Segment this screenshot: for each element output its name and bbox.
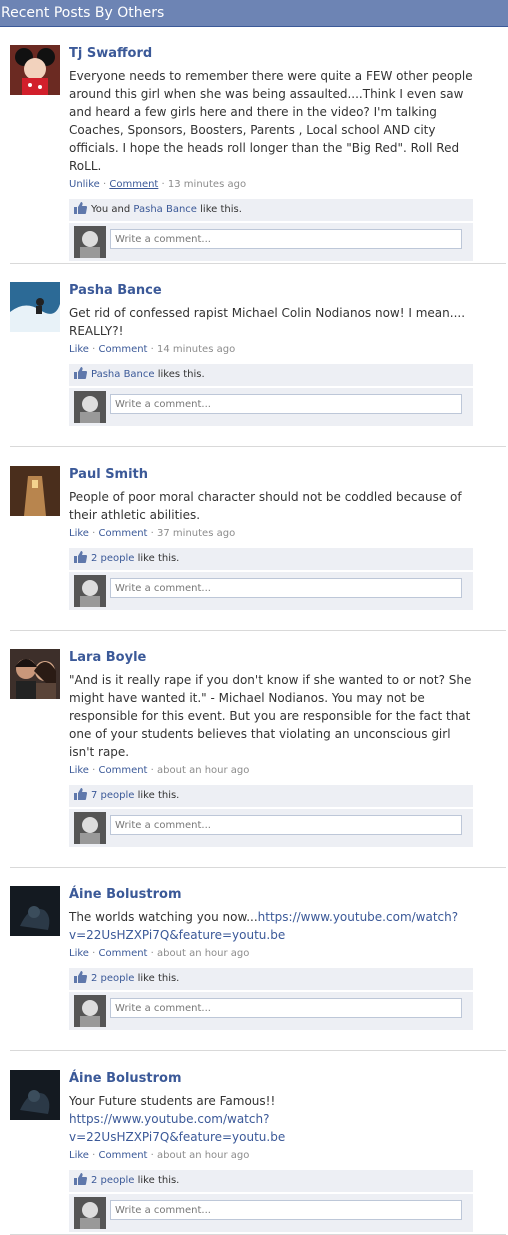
thumbs-up-icon	[74, 971, 87, 983]
post-author[interactable]: Áine Bolustrom	[69, 1070, 474, 1088]
my-avatar	[74, 995, 106, 1027]
comment-link[interactable]: Comment	[98, 765, 147, 776]
likes-row: Pasha Bance likes this.	[69, 364, 473, 386]
post-text: The worlds watching you now...https://ww…	[69, 910, 459, 942]
post-time: about an hour ago	[157, 948, 250, 959]
like-link[interactable]: Like	[69, 344, 89, 355]
user-avatar[interactable]	[10, 45, 60, 95]
comment-input[interactable]: Write a comment...	[110, 1200, 462, 1220]
comment-box: Write a comment...	[69, 992, 473, 1030]
user-avatar[interactable]	[10, 282, 60, 332]
thumbs-up-icon	[74, 202, 87, 214]
thumbs-up-icon	[74, 1173, 87, 1185]
likes-link[interactable]: Pasha Bance	[133, 204, 197, 215]
post-text: Get rid of confessed rapist Michael Coli…	[69, 306, 466, 338]
user-avatar[interactable]	[10, 649, 60, 699]
comment-link[interactable]: Comment	[98, 948, 147, 959]
likes-row: You and Pasha Bance like this.	[69, 199, 473, 221]
comment-box: Write a comment...	[69, 809, 473, 847]
comment-input[interactable]: Write a comment...	[110, 578, 462, 598]
likes-row: 7 people like this.	[69, 785, 473, 807]
post-time: 13 minutes ago	[167, 179, 247, 190]
my-avatar	[74, 226, 106, 258]
comment-link[interactable]: Comment	[98, 528, 147, 539]
comment-link[interactable]: Comment	[109, 179, 158, 190]
like-link[interactable]: Like	[69, 948, 89, 959]
post-meta: Like · Comment · about an hour ago	[69, 765, 250, 776]
user-avatar[interactable]	[10, 466, 60, 516]
divider	[10, 630, 506, 631]
post-author[interactable]: Paul Smith	[69, 466, 474, 484]
divider	[10, 1050, 506, 1051]
post-time: about an hour ago	[157, 1150, 250, 1161]
user-avatar[interactable]	[10, 1070, 60, 1120]
comment-box: Write a comment...	[69, 1194, 473, 1232]
user-avatar[interactable]	[10, 886, 60, 936]
comment-box: Write a comment...	[69, 572, 473, 610]
post-author[interactable]: Áine Bolustrom	[69, 886, 474, 904]
post-author[interactable]: Pasha Bance	[69, 282, 474, 300]
divider	[10, 446, 506, 447]
post-time: 37 minutes ago	[157, 528, 236, 539]
post-author[interactable]: Lara Boyle	[69, 649, 474, 667]
comment-link[interactable]: Comment	[98, 344, 147, 355]
divider	[10, 263, 506, 264]
comment-input[interactable]: Write a comment...	[110, 815, 462, 835]
post-text: "And is it really rape if you don't know…	[69, 673, 472, 759]
post-text: People of poor moral character should no…	[69, 490, 462, 522]
post-author[interactable]: Tj Swafford	[69, 45, 474, 63]
post-meta: Like · Comment · about an hour ago	[69, 948, 250, 959]
comment-box: Write a comment...	[69, 388, 473, 426]
comment-link[interactable]: Comment	[98, 1150, 147, 1161]
post-text: Everyone needs to remember there were qu…	[69, 69, 473, 173]
post-meta: Like · Comment · 14 minutes ago	[69, 344, 236, 355]
my-avatar	[74, 575, 106, 607]
likes-link[interactable]: 2 people	[91, 1175, 134, 1186]
post-link[interactable]: https://www.youtube.com/watch?v=22UsHZXP…	[69, 1112, 285, 1144]
my-avatar	[74, 812, 106, 844]
section-header: Recent Posts By Others	[0, 0, 508, 27]
likes-row: 2 people like this.	[69, 1170, 473, 1192]
thumbs-up-icon	[74, 367, 87, 379]
post-time: 14 minutes ago	[157, 344, 236, 355]
post-meta: Like · Comment · about an hour ago	[69, 1150, 250, 1161]
likes-link[interactable]: 7 people	[91, 790, 134, 801]
thumbs-up-icon	[74, 788, 87, 800]
likes-link[interactable]: 2 people	[91, 553, 134, 564]
likes-row: 2 people like this.	[69, 968, 473, 990]
comment-box: Write a comment...	[69, 223, 473, 261]
like-link[interactable]: Like	[69, 1150, 89, 1161]
post-time: about an hour ago	[157, 765, 250, 776]
like-link[interactable]: Like	[69, 765, 89, 776]
likes-link[interactable]: Pasha Bance	[91, 369, 155, 380]
post-meta: Unlike · Comment · 13 minutes ago	[69, 179, 247, 190]
likes-link[interactable]: 2 people	[91, 973, 134, 984]
post-meta: Like · Comment · 37 minutes ago	[69, 528, 236, 539]
unlike-link[interactable]: Unlike	[69, 179, 100, 190]
divider	[10, 867, 506, 868]
likes-row: 2 people like this.	[69, 548, 473, 570]
comment-input[interactable]: Write a comment...	[110, 998, 462, 1018]
comment-input[interactable]: Write a comment...	[110, 394, 462, 414]
my-avatar	[74, 1197, 106, 1229]
thumbs-up-icon	[74, 551, 87, 563]
like-link[interactable]: Like	[69, 528, 89, 539]
my-avatar	[74, 391, 106, 423]
section-title: Recent Posts By Others	[1, 5, 165, 21]
post-text: Your Future students are Famous!! https:…	[69, 1094, 286, 1144]
comment-input[interactable]: Write a comment...	[110, 229, 462, 249]
